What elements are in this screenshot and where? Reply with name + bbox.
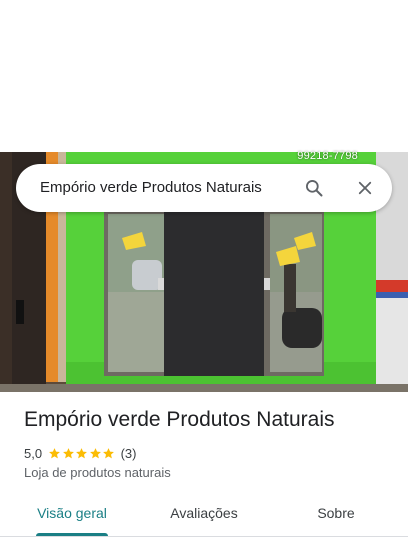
tab-bar: Visão geral Avaliações Sobre: [0, 494, 408, 538]
search-icon: [306, 180, 323, 197]
star-icon: [89, 447, 101, 458]
place-title: Empório verde Produtos Naturais: [24, 408, 335, 431]
place-category: Loja de produtos naturais: [24, 465, 171, 480]
tab-about[interactable]: Sobre: [296, 494, 376, 534]
review-count: (3): [120, 445, 137, 461]
close-button[interactable]: [353, 176, 377, 200]
tab-reviews[interactable]: Avaliações: [154, 494, 254, 534]
search-bar[interactable]: Empório verde Produtos Naturais: [16, 164, 392, 212]
star-icon: [49, 447, 60, 458]
star-icon: [103, 447, 114, 458]
star-icon: [76, 447, 87, 458]
rating-row[interactable]: 5,0 (3): [24, 444, 136, 462]
photo-phone-overlay: 99218-7798: [297, 150, 358, 162]
star-icon: [62, 447, 74, 458]
rating-stars: [48, 447, 116, 460]
place-page: 99218-7798 Empório verde Produtos Natura…: [0, 0, 408, 544]
search-button[interactable]: [302, 176, 326, 200]
tabs-divider: [0, 536, 408, 537]
rating-value: 5,0: [24, 445, 43, 461]
close-icon: [358, 181, 372, 195]
search-query-text[interactable]: Empório verde Produtos Naturais: [40, 164, 262, 212]
tab-overview[interactable]: Visão geral: [22, 494, 122, 534]
